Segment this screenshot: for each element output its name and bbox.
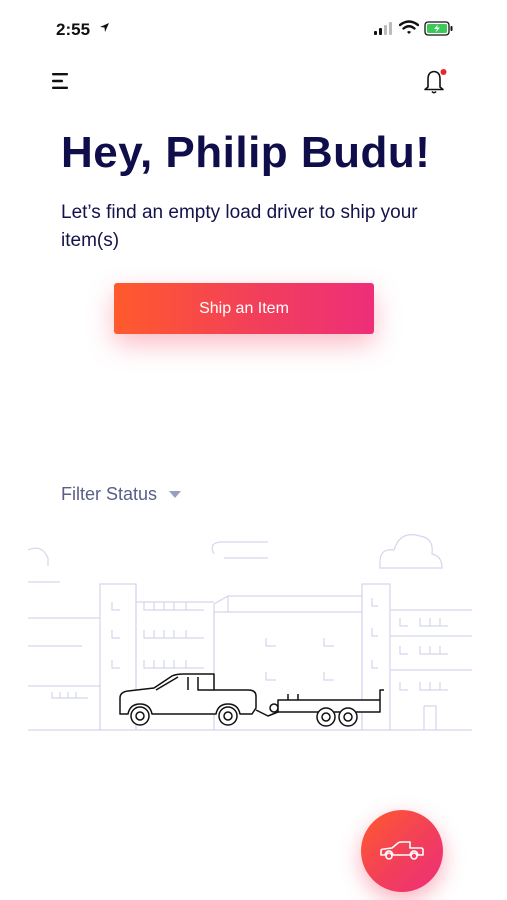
location-arrow-icon (100, 23, 109, 32)
menu-button[interactable] (50, 70, 74, 92)
wifi-icon (399, 20, 419, 34)
cellular-signal-icon (374, 22, 392, 35)
filter-status-dropdown[interactable]: Filter Status (61, 484, 182, 505)
battery-charging-icon (424, 21, 453, 36)
notifications-button[interactable] (418, 64, 452, 98)
caret-down-icon (169, 490, 182, 498)
menu-icon (52, 73, 68, 89)
new-shipment-fab[interactable] (361, 810, 443, 892)
greeting-title: Hey, Philip Budu! (61, 128, 431, 177)
pickup-truck-icon (380, 841, 424, 860)
filter-status-label: Filter Status (61, 484, 158, 504)
notification-badge (440, 69, 447, 75)
city-truck-illustration (28, 534, 472, 731)
ship-item-button[interactable]: Ship an Item (114, 283, 374, 334)
status-time: 2:55 (56, 20, 91, 39)
status-bar: 2:55 (0, 0, 507, 60)
bell-icon (424, 69, 447, 94)
greeting-subtitle: Let’s find an empty load driver to ship … (61, 202, 418, 251)
